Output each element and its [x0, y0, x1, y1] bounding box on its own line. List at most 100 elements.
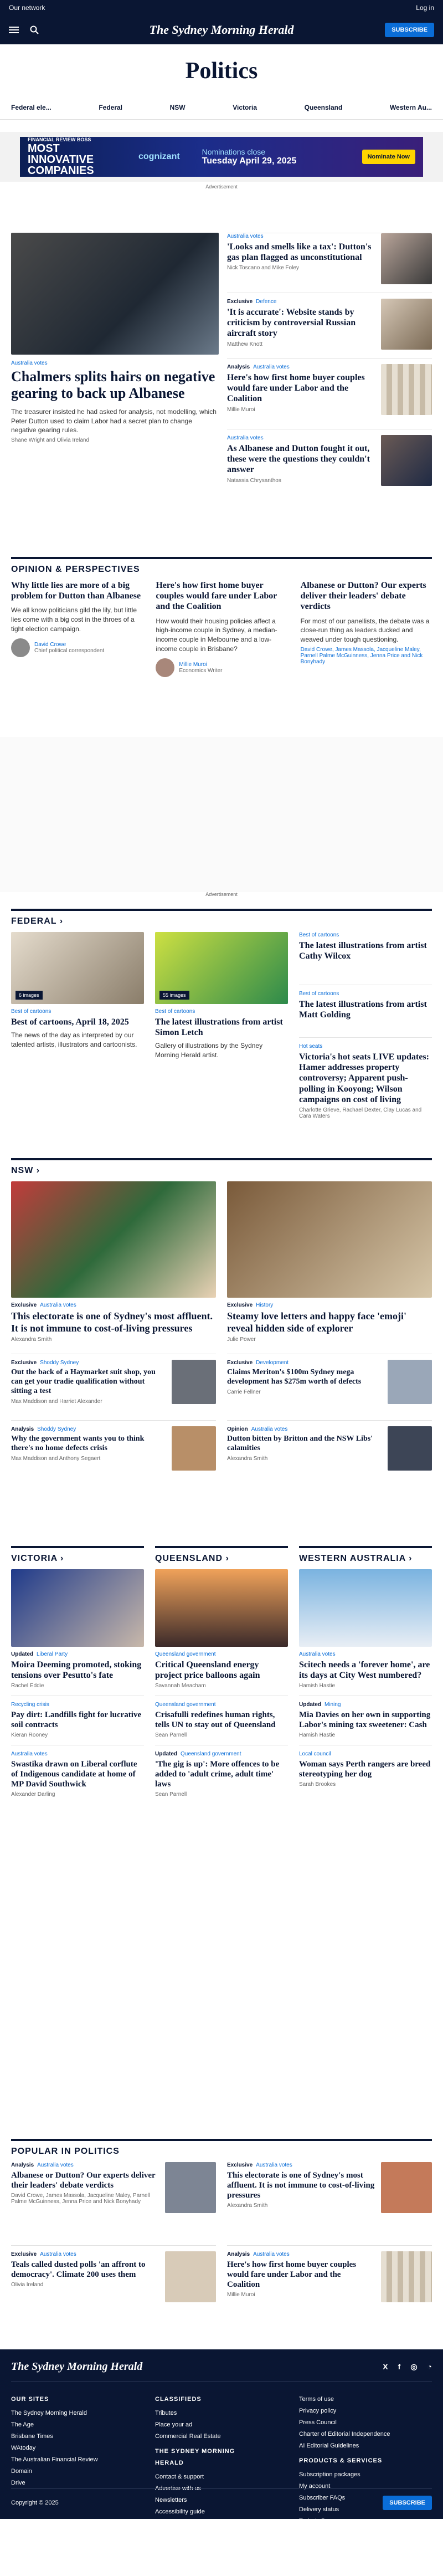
lead-kicker[interactable]: Australia votes [11, 360, 48, 366]
story-headline[interactable]: Scitech needs a 'forever home', are its … [299, 1660, 432, 1681]
gallery-headline[interactable]: The latest illustrations from artist Sim… [155, 1017, 288, 1038]
side-headline[interactable]: 'It is accurate': Website stands by crit… [227, 307, 375, 339]
footer-link[interactable]: Brisbane Times [11, 2431, 111, 2442]
subnav-item[interactable]: NSW [170, 104, 186, 111]
queensland-heading[interactable]: QUEENSLAND › [155, 1548, 288, 1569]
story-kicker[interactable]: Queensland government [155, 1651, 216, 1657]
story-kicker[interactable]: Shoddy Sydney [37, 1426, 76, 1432]
story-headline[interactable]: Moira Deeming promoted, stoking tensions… [11, 1660, 144, 1681]
list-item[interactable]: Australia votes Swastika drawn on Liberal… [11, 1745, 144, 1797]
footer-logo[interactable]: The Sydney Morning Herald [11, 2360, 142, 2373]
opinion-author[interactable]: Millie Muroi [179, 662, 222, 668]
footer-link[interactable]: WAtoday [11, 2442, 111, 2454]
instagram-icon[interactable]: ◎ [410, 2362, 417, 2372]
story-headline[interactable]: Mia Davies on her own in supporting Labo… [299, 1710, 432, 1730]
story-kicker[interactable]: Australia votes [37, 2162, 74, 2168]
side-story[interactable]: Australia votes As Albanese and Dutton fo… [227, 429, 432, 494]
list-item[interactable]: Updated Mining Mia Davies on her own in su… [299, 1696, 432, 1738]
subnav-item[interactable]: Queensland [305, 104, 343, 111]
story-kicker[interactable]: Australia votes [11, 1751, 48, 1757]
footer-link[interactable]: Photo sales [155, 2529, 266, 2541]
side-headline[interactable]: 'Looks and smells like a tax': Dutton's … [227, 242, 375, 263]
footer-link[interactable]: AI Editorial Guidelines [299, 2440, 432, 2452]
story-headline[interactable]: Claims Meriton's $100m Sydney mega devel… [227, 1368, 382, 1387]
story-kicker[interactable]: Australia votes [299, 1651, 336, 1657]
footer-link[interactable]: Domain [11, 2466, 111, 2477]
list-headline[interactable]: The latest illustrations from artist Cat… [299, 940, 432, 961]
story-headline[interactable]: Albanese or Dutton? Our experts deliver … [11, 2170, 159, 2190]
nsw-row-story[interactable]: Exclusive Shoddy Sydney Out the back of a … [11, 1354, 216, 1409]
side-story[interactable]: Australia votes 'Looks and smells like a … [227, 233, 432, 293]
nsw-main-story[interactable]: Exclusive History Steamy love letters and… [227, 1181, 432, 1343]
subnav-item[interactable]: Federal [99, 104, 122, 111]
list-kicker[interactable]: Best of cartoons [299, 991, 339, 997]
story-headline[interactable]: This electorate is one of Sydney's most … [11, 1310, 216, 1334]
gallery-card[interactable]: 6 images Best of cartoons Best of cartoo… [11, 932, 144, 1119]
footer-link[interactable]: Commercial Real Estate [155, 2431, 266, 2442]
federal-heading[interactable]: FEDERAL › [11, 911, 432, 932]
opinion-heading[interactable]: OPINION & PERSPECTIVES [11, 559, 432, 580]
footer-link[interactable]: Press Council [299, 2417, 432, 2429]
story-headline[interactable]: Woman says Perth rangers are breed stere… [299, 1759, 432, 1779]
opinion-headline[interactable]: Why little lies are more of a big proble… [11, 580, 142, 601]
story-headline[interactable]: Crisafulli redefines human rights, tells… [155, 1710, 288, 1730]
story-headline[interactable]: Critical Queensland energy project price… [155, 1660, 288, 1681]
story-headline[interactable]: This electorate is one of Sydney's most … [227, 2170, 375, 2200]
list-headline[interactable]: Victoria's hot seats LIVE updates: Hamer… [299, 1052, 432, 1105]
story-headline[interactable]: Out the back of a Haymarket suit shop, y… [11, 1368, 166, 1396]
opinion-card[interactable]: Here's how first home buyer couples woul… [156, 580, 287, 677]
nsw-row-story[interactable]: Opinion Australia votes Dutton bitten by B… [227, 1420, 432, 1476]
gallery-card[interactable]: 55 images Best of cartoons The latest il… [155, 932, 288, 1119]
facebook-icon[interactable]: f [398, 2362, 401, 2372]
side-kicker[interactable]: Australia votes [253, 364, 290, 370]
victoria-heading[interactable]: VICTORIA › [11, 1548, 144, 1569]
story-kicker[interactable]: Shoddy Sydney [40, 1360, 79, 1366]
site-logo[interactable]: The Sydney Morning Herald [0, 23, 443, 37]
footer-link[interactable]: Charter of Editorial Independence [299, 2429, 432, 2440]
list-item[interactable]: Recycling crisis Pay dirt: Landfills figh… [11, 1696, 144, 1738]
footer-link[interactable]: Contact & support [155, 2471, 266, 2483]
nsw-row-story[interactable]: Exclusive Development Claims Meriton's $10… [227, 1354, 432, 1409]
list-kicker[interactable]: Best of cartoons [299, 932, 339, 938]
lead-story[interactable]: Australia votes Chalmers splits hairs on… [11, 233, 219, 443]
subnav-item[interactable]: Victoria [233, 104, 257, 111]
x-icon[interactable]: X [383, 2362, 388, 2372]
footer-link[interactable]: Place your ad [155, 2419, 266, 2431]
our-network-link[interactable]: Our network [9, 4, 45, 12]
side-story[interactable]: Exclusive Defence 'It is accurate': Websit… [227, 293, 432, 358]
footer-link[interactable]: The Australian Financial Review [11, 2454, 111, 2466]
story-kicker[interactable]: History [256, 1302, 273, 1308]
story-kicker[interactable]: Recycling crisis [11, 1702, 49, 1708]
footer-link[interactable]: Content licensing [155, 2553, 266, 2564]
subnav-item[interactable]: Western Au... [390, 104, 432, 111]
story-kicker[interactable]: Development [256, 1360, 289, 1366]
side-kicker[interactable]: Defence [256, 299, 276, 305]
wa-heading[interactable]: WESTERN AUSTRALIA › [299, 1548, 432, 1569]
list-item[interactable]: Queensland government Crisafulli redefine… [155, 1696, 288, 1738]
opinion-headline[interactable]: Here's how first home buyer couples woul… [156, 580, 287, 612]
footer-link[interactable]: Good Food Guide [299, 2527, 432, 2539]
popular-item[interactable]: Exclusive Australia votes Teals called dus… [11, 2245, 216, 2317]
footer-link[interactable]: Subscription packages [299, 2469, 432, 2481]
list-item[interactable]: Hot seats Victoria's hot seats LIVE updat… [299, 1037, 432, 1119]
story-kicker[interactable]: Mining [324, 1702, 341, 1708]
popular-item[interactable]: Analysis Australia votes Here's how first … [227, 2245, 432, 2317]
story-headline[interactable]: Steamy love letters and happy face 'emoj… [227, 1310, 432, 1334]
ad-creative[interactable]: FINANCIAL REVIEW BOSS MOST INNOVATIVE CO… [20, 137, 423, 177]
side-kicker[interactable]: Australia votes [227, 233, 264, 239]
login-link[interactable]: Log in [416, 4, 434, 12]
footer-link[interactable]: Drive [11, 2477, 111, 2489]
story-headline[interactable]: Dutton bitten by Britton and the NSW Lib… [227, 1435, 382, 1453]
footer-link[interactable]: Today's Paper [299, 2516, 432, 2527]
side-kicker[interactable]: Australia votes [227, 435, 264, 441]
opinion-headline[interactable]: Albanese or Dutton? Our experts deliver … [301, 580, 432, 612]
footer-link[interactable]: The Sydney Morning Herald [11, 2408, 111, 2419]
story-headline[interactable]: Swastika drawn on Liberal corflute of In… [11, 1759, 144, 1789]
nsw-row-story[interactable]: Analysis Shoddy Sydney Why the government … [11, 1420, 216, 1476]
popular-item[interactable]: Analysis Australia votes Albanese or Dutto… [11, 2162, 216, 2234]
nominate-button[interactable]: Nominate Now [362, 150, 415, 164]
story-kicker[interactable]: Liberal Party [37, 1651, 68, 1657]
gallery-headline[interactable]: Best of cartoons, April 18, 2025 [11, 1017, 144, 1027]
story-kicker[interactable]: Local council [299, 1751, 331, 1757]
list-kicker[interactable]: Hot seats [299, 1043, 322, 1049]
